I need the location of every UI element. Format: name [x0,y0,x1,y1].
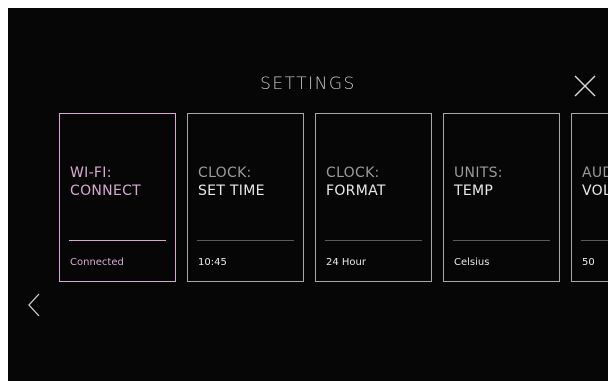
card-title: UNITS: [454,165,503,181]
card-subtitle: SET TIME [198,183,265,199]
card-value: 50 [582,257,595,268]
previous-button[interactable] [25,291,45,319]
card-value: Connected [70,257,124,268]
card-divider [325,240,422,241]
card-divider [69,240,166,241]
card-label: CLOCK: FORMAT [326,164,386,200]
card-value: 24 Hour [326,257,366,268]
card-clock-format[interactable]: CLOCK: FORMAT 24 Hour [315,113,432,282]
chevron-left-icon [28,293,40,317]
card-label: CLOCK: SET TIME [198,164,265,200]
page-title: SETTINGS [260,74,356,94]
card-divider [581,240,608,241]
settings-screen: SETTINGS WI-FI: CONNECT Connected CLOCK:… [8,8,608,381]
card-label: AUD VOL [582,164,608,200]
card-title: CLOCK: [326,165,380,181]
card-title: WI-FI: [70,165,112,181]
card-value: 10:45 [198,257,227,268]
card-subtitle: TEMP [454,183,494,199]
close-button[interactable] [571,72,599,100]
card-value: Celsius [454,257,490,268]
card-wifi-connect[interactable]: WI-FI: CONNECT Connected [59,113,176,282]
card-clock-set-time[interactable]: CLOCK: SET TIME 10:45 [187,113,304,282]
card-label: WI-FI: CONNECT [70,164,141,200]
card-title: CLOCK: [198,165,252,181]
card-subtitle: FORMAT [326,183,386,199]
card-subtitle: CONNECT [70,183,142,199]
card-divider [197,240,294,241]
close-icon [574,75,596,97]
card-title: AUD [582,165,608,181]
card-units-temp[interactable]: UNITS: TEMP Celsius [443,113,560,282]
card-audio-volume[interactable]: AUD VOL 50 [571,113,608,282]
card-subtitle: VOL [582,183,608,199]
card-label: UNITS: TEMP [454,164,503,200]
card-divider [453,240,550,241]
